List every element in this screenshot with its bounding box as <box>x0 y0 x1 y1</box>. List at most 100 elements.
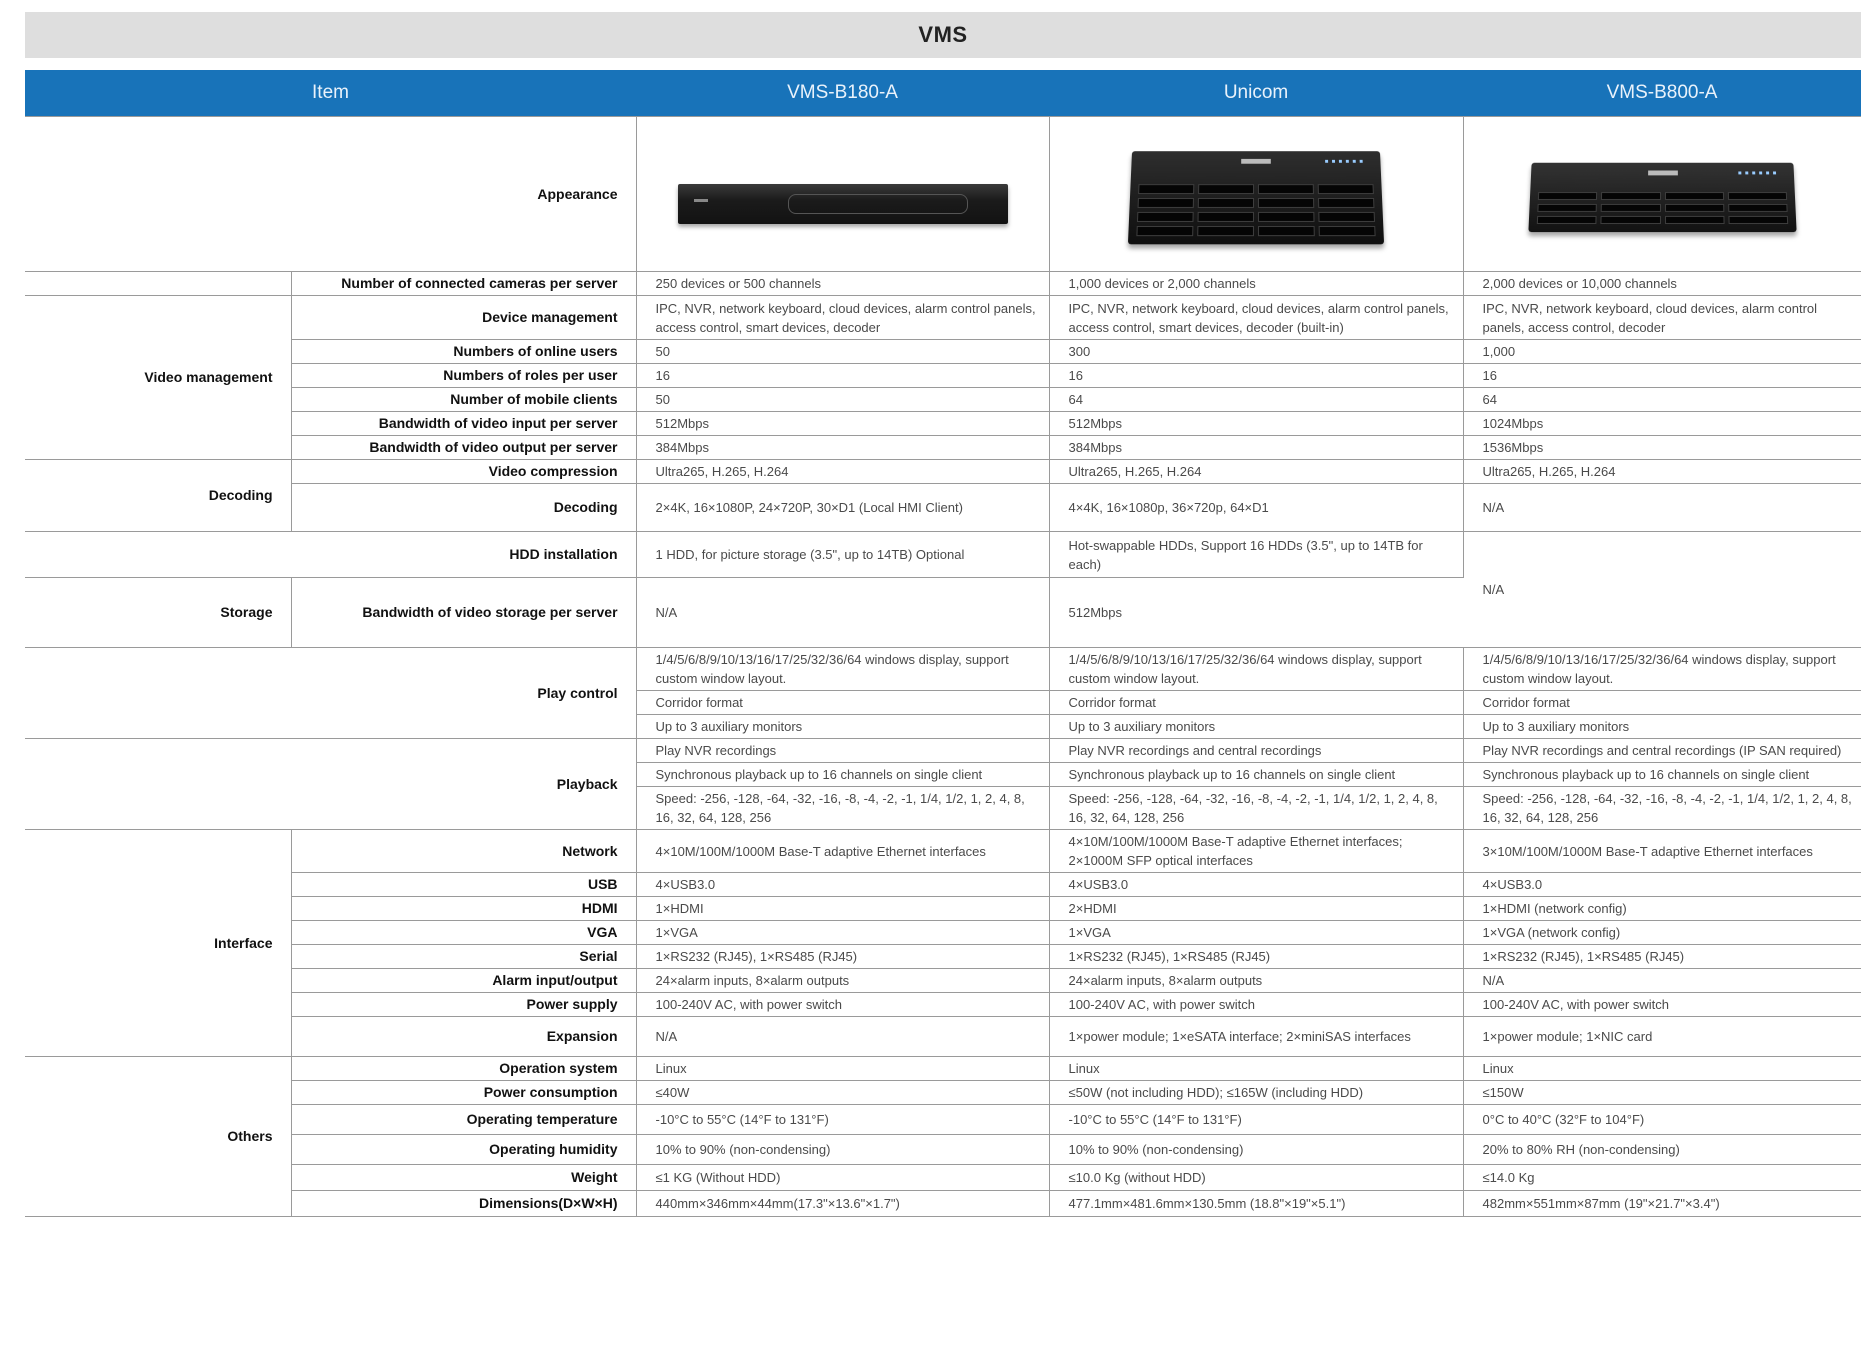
cell-value: -10°C to 55°C (14°F to 131°F) <box>636 1104 1050 1135</box>
table-row: Dimensions(D×W×H) 440mm×346mm×44mm(17.3"… <box>25 1190 1861 1217</box>
table-row: Numbers of roles per user 16 16 16 <box>25 363 1861 388</box>
row-label: Playback <box>25 738 637 830</box>
row-label: Video compression <box>291 459 637 484</box>
cell-value: Linux <box>1049 1056 1464 1081</box>
cell-value: 16 <box>636 363 1050 388</box>
cell-value: 1,000 devices or 2,000 channels <box>1049 271 1464 296</box>
table-row: USB 4×USB3.0 4×USB3.0 4×USB3.0 <box>25 872 1861 897</box>
cell-value: 1×HDMI <box>636 896 1050 921</box>
cell-value: 2×HDMI <box>1049 896 1464 921</box>
cell-value: ≤50W (not including HDD); ≤165W (includi… <box>1049 1080 1464 1105</box>
cell-value: 1/4/5/6/8/9/10/13/16/17/25/32/36/64 wind… <box>1463 647 1861 691</box>
table-row: Video management Device management IPC, … <box>25 295 1861 460</box>
cell-value: 4×4K, 16×1080p, 36×720p, 64×D1 <box>1049 483 1464 532</box>
cell-value: Hot-swappable HDDs, Support 16 HDDs (3.5… <box>1049 531 1464 578</box>
row-label: HDMI <box>291 896 637 921</box>
cell-value: 1×RS232 (RJ45), 1×RS485 (RJ45) <box>636 944 1050 969</box>
cell-value: 10% to 90% (non-condensing) <box>1049 1134 1464 1165</box>
cell-value: 250 devices or 500 channels <box>636 271 1050 296</box>
row-label: Bandwidth of video storage per server <box>291 577 637 648</box>
cell-value: Ultra265, H.265, H.264 <box>1463 459 1861 484</box>
cell-value: Corridor format <box>636 690 1050 715</box>
row-label: Device management <box>291 295 637 340</box>
cell-value: 4×10M/100M/1000M Base-T adaptive Etherne… <box>636 829 1050 873</box>
table-row: Serial 1×RS232 (RJ45), 1×RS485 (RJ45) 1×… <box>25 944 1861 969</box>
header-model-2: Unicom <box>1049 70 1464 117</box>
table-row: Others Operation system Linux Linux Linu… <box>25 1056 1861 1217</box>
cell-value: 440mm×346mm×44mm(17.3"×13.6"×1.7") <box>636 1190 1050 1217</box>
row-label: Power consumption <box>291 1080 637 1105</box>
cell-value: ≤150W <box>1463 1080 1861 1105</box>
cell-value: 1×RS232 (RJ45), 1×RS485 (RJ45) <box>1463 944 1861 969</box>
cell-value: 4×USB3.0 <box>636 872 1050 897</box>
row-label: Numbers of roles per user <box>291 363 637 388</box>
category-storage: Storage <box>25 577 292 648</box>
cell-value: 1,000 <box>1463 339 1861 364</box>
row-label: Bandwidth of video output per server <box>291 435 637 460</box>
cell-value: 24×alarm inputs, 8×alarm outputs <box>636 968 1050 993</box>
cell-value: N/A <box>1463 483 1861 532</box>
category-cell-empty <box>25 271 292 296</box>
cell-value: 384Mbps <box>1049 435 1464 460</box>
cell-value: Corridor format <box>1049 690 1464 715</box>
table-row: Alarm input/output 24×alarm inputs, 8×al… <box>25 968 1861 993</box>
cell-value: 1×VGA <box>636 920 1050 945</box>
cell-value: 512Mbps <box>1049 411 1464 436</box>
row-label: Operating humidity <box>291 1134 637 1165</box>
cell-value: 1×RS232 (RJ45), 1×RS485 (RJ45) <box>1049 944 1464 969</box>
cell-value: 1×VGA <box>1049 920 1464 945</box>
row-label: Bandwidth of video input per server <box>291 411 637 436</box>
cell-value: IPC, NVR, network keyboard, cloud device… <box>1463 295 1861 340</box>
table-row: Bandwidth of video output per server 384… <box>25 435 1861 460</box>
page-title: VMS <box>25 12 1861 58</box>
table-row: Power consumption ≤40W ≤50W (not includi… <box>25 1080 1861 1105</box>
row-label: Number of connected cameras per server <box>291 271 637 296</box>
cell-value: N/A <box>636 1016 1050 1057</box>
cell-value: N/A <box>636 577 1050 648</box>
table-row: Number of connected cameras per server 2… <box>25 271 1861 296</box>
table-row: VGA 1×VGA 1×VGA 1×VGA (network config) <box>25 920 1861 945</box>
cell-value: Synchronous playback up to 16 channels o… <box>1463 762 1861 787</box>
category-others: Others <box>25 1056 292 1217</box>
cell-value: Corridor format <box>1463 690 1861 715</box>
device-image-cell <box>636 116 1050 272</box>
cell-value: 1536Mbps <box>1463 435 1861 460</box>
cell-value: 24×alarm inputs, 8×alarm outputs <box>1049 968 1464 993</box>
cell-value: 482mm×551mm×87mm (19"×21.7"×3.4") <box>1463 1190 1861 1217</box>
row-label: Play control <box>25 647 637 739</box>
device-image-cell <box>1463 116 1861 272</box>
row-label: Alarm input/output <box>291 968 637 993</box>
cell-value: 300 <box>1049 339 1464 364</box>
header-item: Item <box>25 70 637 117</box>
table-row: Expansion N/A 1×power module; 1×eSATA in… <box>25 1016 1861 1057</box>
cell-value: 1 HDD, for picture storage (3.5", up to … <box>636 531 1050 578</box>
cell-value: 1/4/5/6/8/9/10/13/16/17/25/32/36/64 wind… <box>1049 647 1464 691</box>
cell-value: 1024Mbps <box>1463 411 1861 436</box>
cell-value: Speed: -256, -128, -64, -32, -16, -8, -4… <box>1049 786 1464 830</box>
row-label: HDD installation <box>25 531 637 578</box>
cell-value: 477.1mm×481.6mm×130.5mm (18.8"×19"×5.1") <box>1049 1190 1464 1217</box>
cell-value: Play NVR recordings and central recordin… <box>1049 738 1464 763</box>
cell-value: 1×power module; 1×eSATA interface; 2×min… <box>1049 1016 1464 1057</box>
row-label: USB <box>291 872 637 897</box>
cell-value: 1/4/5/6/8/9/10/13/16/17/25/32/36/64 wind… <box>636 647 1050 691</box>
table-row: HDMI 1×HDMI 2×HDMI 1×HDMI (network confi… <box>25 896 1861 921</box>
cell-value: 100-240V AC, with power switch <box>1049 992 1464 1017</box>
cell-value: Up to 3 auxiliary monitors <box>636 714 1050 739</box>
table-row: Play control 1/4/5/6/8/9/10/13/16/17/25/… <box>25 647 1861 739</box>
table-row: Operating temperature -10°C to 55°C (14°… <box>25 1104 1861 1135</box>
cell-value: Linux <box>636 1056 1050 1081</box>
cell-value: IPC, NVR, network keyboard, cloud device… <box>1049 295 1464 340</box>
cell-value: Up to 3 auxiliary monitors <box>1049 714 1464 739</box>
row-label: Number of mobile clients <box>291 387 637 412</box>
cell-value: 4×USB3.0 <box>1463 872 1861 897</box>
cell-value: Ultra265, H.265, H.264 <box>1049 459 1464 484</box>
row-label: Network <box>291 829 637 873</box>
cell-value: ≤1 KG (Without HDD) <box>636 1164 1050 1191</box>
cell-value: Up to 3 auxiliary monitors <box>1463 714 1861 739</box>
table-header-row: Item VMS-B180-A Unicom VMS-B800-A <box>25 70 1861 117</box>
header-model-1: VMS-B180-A <box>636 70 1050 117</box>
row-label: Numbers of online users <box>291 339 637 364</box>
row-label-appearance: Appearance <box>25 116 637 272</box>
spec-table: Item VMS-B180-A Unicom VMS-B800-A Appear… <box>25 70 1861 1217</box>
